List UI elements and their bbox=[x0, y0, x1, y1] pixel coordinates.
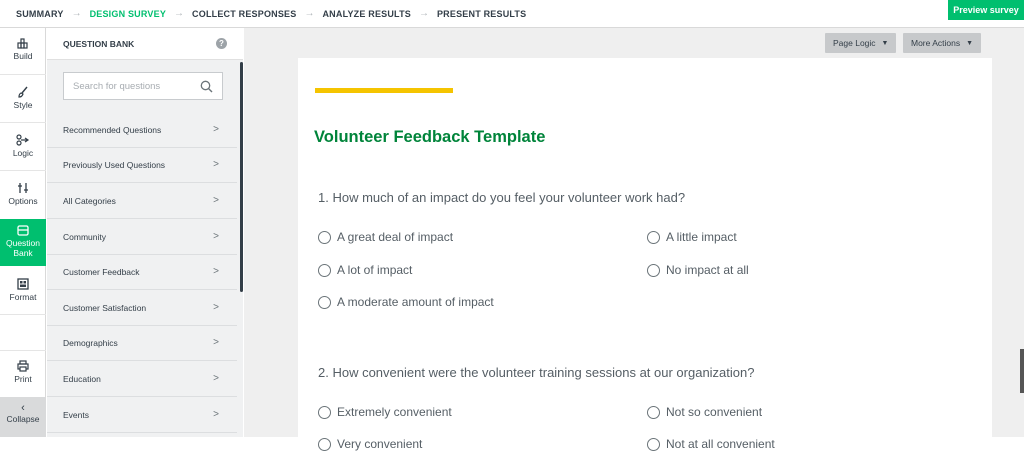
category-education[interactable]: Education > bbox=[47, 362, 237, 397]
chevron-left-icon: ‹ bbox=[21, 402, 25, 414]
q1-option[interactable]: A little impact bbox=[647, 230, 737, 244]
survey-title[interactable]: Volunteer Feedback Template bbox=[314, 128, 545, 147]
format-icon bbox=[17, 278, 29, 290]
q2-option[interactable]: Not so convenient bbox=[647, 405, 762, 419]
caret-down-icon: ▼ bbox=[966, 39, 974, 47]
radio-button[interactable] bbox=[318, 263, 331, 277]
question-bank-icon bbox=[17, 225, 29, 236]
question-bank-header: QUESTION BANK ? bbox=[47, 28, 243, 60]
category-customer-feedback[interactable]: Customer Feedback > bbox=[47, 255, 237, 290]
brush-icon bbox=[18, 86, 28, 98]
radio-button[interactable] bbox=[318, 295, 331, 309]
survey-canvas: Page Logic ▼ More Actions ▼ Volunteer Fe… bbox=[244, 28, 1024, 451]
category-community[interactable]: Community > bbox=[47, 220, 237, 255]
chevron-right-icon: > bbox=[213, 231, 219, 242]
question-1-text[interactable]: 1. How much of an impact do you feel you… bbox=[318, 190, 685, 205]
radio-button[interactable] bbox=[647, 230, 660, 244]
question-bank-title: QUESTION BANK bbox=[63, 38, 135, 49]
radio-button[interactable] bbox=[318, 230, 331, 244]
chevron-right-icon: > bbox=[213, 373, 219, 384]
caret-down-icon: ▼ bbox=[881, 39, 889, 47]
bank-scrollbar[interactable] bbox=[240, 62, 243, 292]
radio-button[interactable] bbox=[647, 263, 660, 277]
rail-logic-label: Logic bbox=[12, 148, 34, 158]
q1-option[interactable]: A great deal of impact bbox=[318, 230, 453, 244]
arrow-right-icon: → bbox=[71, 8, 82, 19]
rail-question-label: Question bbox=[5, 238, 41, 248]
category-recommended-questions[interactable]: Recommended Questions > bbox=[47, 113, 237, 148]
search-icon[interactable] bbox=[200, 80, 213, 93]
rail-question-bank[interactable]: Question Bank bbox=[0, 219, 46, 266]
help-icon[interactable]: ? bbox=[216, 38, 227, 49]
chevron-right-icon: > bbox=[213, 302, 219, 313]
rail-options-label: Options bbox=[8, 196, 38, 206]
options-icon bbox=[18, 183, 28, 193]
canvas-scrollbar[interactable] bbox=[1020, 349, 1024, 393]
step-design-survey[interactable]: DESIGN SURVEY bbox=[90, 9, 166, 19]
rail-options[interactable]: Options bbox=[0, 182, 46, 206]
preview-survey-button[interactable]: Preview survey bbox=[948, 0, 1024, 20]
chevron-right-icon: > bbox=[213, 159, 219, 170]
search-questions-input[interactable]: Search for questions bbox=[63, 72, 223, 100]
q1-option[interactable]: No impact at all bbox=[647, 263, 749, 277]
left-rail: Build Style Logic Options Question Bank bbox=[0, 28, 46, 437]
radio-button[interactable] bbox=[318, 405, 331, 419]
q2-option[interactable]: Extremely convenient bbox=[318, 405, 452, 419]
radio-button[interactable] bbox=[647, 405, 660, 419]
more-actions-button[interactable]: More Actions ▼ bbox=[903, 33, 982, 53]
collapse-label: Collapse bbox=[6, 414, 40, 424]
rail-style[interactable]: Style bbox=[0, 86, 46, 110]
category-customer-satisfaction[interactable]: Customer Satisfaction > bbox=[47, 291, 237, 326]
chevron-right-icon: > bbox=[213, 266, 219, 277]
more-actions-label: More Actions bbox=[911, 38, 961, 48]
build-icon bbox=[17, 38, 28, 49]
chevron-right-icon: > bbox=[213, 337, 219, 348]
q1-option[interactable]: A moderate amount of impact bbox=[318, 295, 494, 309]
collapse-button[interactable]: ‹ Collapse bbox=[0, 397, 46, 437]
step-present-results[interactable]: PRESENT RESULTS bbox=[437, 9, 526, 19]
rail-build-label: Build bbox=[13, 51, 33, 61]
page-logic-label: Page Logic bbox=[833, 38, 876, 48]
logic-icon bbox=[16, 134, 30, 146]
rail-bank-label: Bank bbox=[13, 248, 33, 258]
rail-build[interactable]: Build bbox=[0, 38, 46, 61]
q1-option[interactable]: A lot of impact bbox=[318, 263, 412, 277]
question-2-text[interactable]: 2. How convenient were the volunteer tra… bbox=[318, 365, 754, 380]
step-collect-responses[interactable]: COLLECT RESPONSES bbox=[192, 9, 296, 19]
radio-button[interactable] bbox=[647, 437, 660, 451]
survey-page: Volunteer Feedback Template 1. How much … bbox=[298, 58, 992, 451]
print-icon bbox=[17, 360, 29, 372]
category-previously-used-questions[interactable]: Previously Used Questions > bbox=[47, 148, 237, 183]
search-placeholder: Search for questions bbox=[73, 80, 161, 92]
step-summary[interactable]: SUMMARY bbox=[16, 9, 64, 19]
rail-print-label: Print bbox=[14, 374, 32, 384]
top-navigation: SUMMARY → DESIGN SURVEY → COLLECT RESPON… bbox=[0, 0, 1024, 28]
rail-print[interactable]: Print bbox=[0, 360, 46, 384]
radio-button[interactable] bbox=[318, 437, 331, 451]
rail-format-label: Format bbox=[9, 292, 37, 302]
chevron-right-icon: > bbox=[213, 124, 219, 135]
category-all-categories[interactable]: All Categories > bbox=[47, 184, 237, 219]
arrow-right-icon: → bbox=[418, 8, 429, 19]
highlight-bar bbox=[315, 88, 453, 93]
q2-option[interactable]: Not at all convenient bbox=[647, 437, 775, 451]
category-demographics[interactable]: Demographics > bbox=[47, 326, 237, 361]
rail-style-label: Style bbox=[13, 100, 33, 110]
rail-logic[interactable]: Logic bbox=[0, 134, 46, 158]
rail-format[interactable]: Format bbox=[0, 278, 46, 302]
arrow-right-icon: → bbox=[304, 8, 315, 19]
q2-option[interactable]: Very convenient bbox=[318, 437, 422, 451]
question-bank-panel: QUESTION BANK ? Search for questions Rec… bbox=[47, 28, 243, 437]
chevron-right-icon: > bbox=[213, 195, 219, 206]
chevron-right-icon: > bbox=[213, 409, 219, 420]
arrow-right-icon: → bbox=[174, 8, 185, 19]
category-events[interactable]: Events > bbox=[47, 398, 237, 433]
step-analyze-results[interactable]: ANALYZE RESULTS bbox=[322, 9, 411, 19]
page-logic-button[interactable]: Page Logic ▼ bbox=[825, 33, 897, 53]
